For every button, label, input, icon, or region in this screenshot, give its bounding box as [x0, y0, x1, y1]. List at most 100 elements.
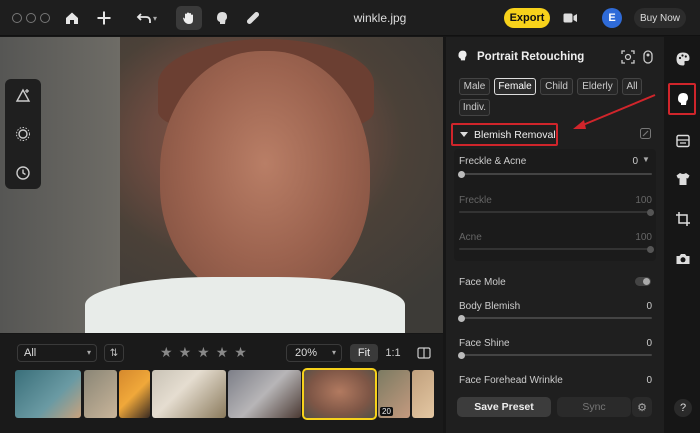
undo-history-chevron-icon[interactable]: ▾ — [150, 8, 160, 28]
portrait-head-icon — [456, 49, 469, 65]
slider-label: Acne — [459, 232, 482, 243]
filmstrip: All ▾ ⇅ ★ ★ ★ ★ ★ 20% ▾ Fit 1:1 20 — [0, 334, 443, 433]
chip-female[interactable]: Female — [494, 78, 536, 95]
slider-handle[interactable] — [458, 351, 465, 359]
face-mole-toggle[interactable] — [635, 277, 651, 286]
slider-label: Freckle — [459, 195, 492, 206]
thumbnail-badge: 20 — [380, 407, 393, 416]
portrait-retouching-panel: Portrait Retouching Male Female Child El… — [446, 37, 664, 433]
history-icon[interactable] — [13, 163, 33, 183]
slider-label: Body Blemish — [459, 301, 521, 312]
thumbnail[interactable] — [15, 370, 81, 418]
portrait-retouch-icon[interactable] — [673, 89, 693, 109]
add-icon[interactable] — [94, 8, 114, 28]
star-icon[interactable]: ★ — [197, 344, 210, 361]
star-icon[interactable]: ★ — [179, 344, 192, 361]
face-shine-slider[interactable] — [458, 351, 652, 359]
compare-icon[interactable] — [414, 344, 434, 362]
chip-male[interactable]: Male — [459, 78, 490, 95]
bandage-icon[interactable] — [243, 8, 263, 28]
file-name: winkle.jpg — [353, 11, 407, 25]
chevron-down-icon: ▾ — [331, 348, 336, 357]
thumbnail[interactable] — [84, 370, 117, 418]
video-icon[interactable] — [560, 8, 580, 28]
thumbnail[interactable] — [152, 370, 226, 418]
edit-icon[interactable] — [640, 128, 652, 140]
one-to-one-button[interactable]: 1:1 — [380, 344, 406, 362]
reset-toggle-icon[interactable] — [640, 49, 656, 65]
zoom-value: 20% — [295, 347, 318, 359]
chip-all[interactable]: All — [622, 78, 642, 95]
help-button[interactable]: ? — [674, 399, 692, 417]
chip-child[interactable]: Child — [540, 78, 573, 95]
face-scan-icon[interactable] — [620, 49, 636, 65]
buy-now-button[interactable]: Buy Now — [634, 8, 686, 28]
slider-value: 0 — [646, 375, 652, 386]
star-icon[interactable]: ★ — [216, 344, 229, 361]
slider-handle[interactable] — [647, 245, 654, 253]
photo-shirt — [85, 277, 405, 333]
body-blemish-slider[interactable] — [458, 314, 652, 322]
crop-icon[interactable] — [673, 209, 693, 229]
filter-select[interactable]: All ▾ — [17, 344, 97, 362]
panel-header: Portrait Retouching — [456, 49, 584, 65]
slider-value: 100 — [635, 195, 652, 206]
module-rail: ? — [665, 37, 700, 433]
canvas-tool-palette — [5, 79, 41, 189]
zoom-window-button[interactable] — [40, 13, 50, 23]
star-icon[interactable]: ★ — [234, 344, 247, 361]
photo-face — [160, 51, 370, 301]
thumbnail[interactable] — [228, 370, 301, 418]
slider-value: 100 — [635, 232, 652, 243]
thumbnail-selected[interactable] — [302, 368, 377, 420]
slider-value: 0 — [646, 338, 652, 349]
portrait-head-icon[interactable] — [212, 8, 232, 28]
section-title: Blemish Removal — [474, 128, 556, 141]
slider-label: Freckle & Acne — [459, 156, 527, 167]
palette-icon[interactable] — [673, 49, 693, 69]
chevron-down-icon[interactable]: ▼ — [642, 155, 650, 164]
close-window-button[interactable] — [12, 13, 22, 23]
slider-label: Face Forehead Wrinkle — [459, 375, 563, 386]
slider-handle[interactable] — [458, 314, 465, 322]
filter-select-value: All — [24, 347, 37, 359]
camera-icon[interactable] — [673, 249, 693, 269]
thumbnail[interactable]: 20 — [378, 370, 410, 418]
slider-value: 0 — [632, 156, 638, 167]
chip-elderly[interactable]: Elderly — [577, 78, 618, 95]
freckle-slider[interactable] — [459, 208, 654, 216]
star-icon[interactable]: ★ — [160, 344, 173, 361]
chip-individual[interactable]: Indiv. — [459, 99, 490, 116]
adjust-triangle-icon[interactable] — [13, 85, 33, 105]
slider-handle[interactable] — [458, 170, 465, 178]
blemish-removal-section-header[interactable]: Blemish Removal — [451, 123, 558, 146]
slider-label: Face Shine — [459, 338, 510, 349]
panel-title: Portrait Retouching — [477, 51, 585, 63]
slider-value: 0 — [646, 301, 652, 312]
minimize-window-button[interactable] — [26, 13, 36, 23]
save-preset-button[interactable]: Save Preset — [457, 397, 551, 417]
fit-button[interactable]: Fit — [350, 344, 378, 362]
layers-icon[interactable] — [673, 131, 693, 151]
acne-slider[interactable] — [459, 245, 654, 253]
home-icon[interactable] — [62, 8, 82, 28]
photo-canvas[interactable] — [0, 37, 443, 333]
thumbnail[interactable] — [119, 370, 150, 418]
user-avatar[interactable]: E — [602, 8, 622, 28]
zoom-select[interactable]: 20% ▾ — [286, 344, 342, 362]
slider-label: Face Mole — [459, 277, 506, 288]
mask-sparkle-icon[interactable] — [13, 124, 33, 144]
sync-button[interactable]: Sync — [557, 397, 631, 417]
freckle-acne-slider[interactable] — [458, 170, 652, 178]
gear-icon[interactable]: ⚙ — [632, 397, 652, 417]
expand-triangle-icon — [460, 132, 468, 137]
tshirt-icon[interactable] — [673, 169, 693, 189]
hand-tool-icon[interactable] — [179, 8, 199, 28]
title-bar: ▾ winkle.jpg Export E Buy Now — [0, 0, 700, 36]
chevron-down-icon: ▾ — [86, 348, 91, 357]
sort-icon[interactable]: ⇅ — [104, 344, 124, 362]
slider-handle[interactable] — [647, 208, 654, 216]
export-button[interactable]: Export — [504, 8, 550, 28]
thumbnail[interactable] — [412, 370, 434, 418]
rating-stars[interactable]: ★ ★ ★ ★ ★ — [160, 344, 247, 361]
